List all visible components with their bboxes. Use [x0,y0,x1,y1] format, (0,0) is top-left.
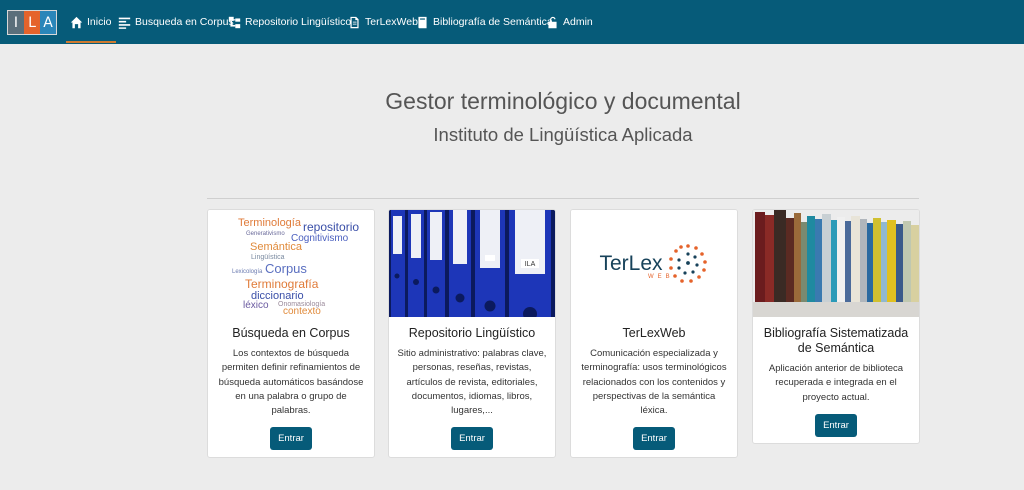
logo-letter: L [24,11,40,34]
entrar-button[interactable]: Entrar [633,427,675,451]
unlock-icon [548,16,557,28]
nav-item-label: Busqueda en Corpus [135,16,234,28]
card-repositorio: ILA Repositorio Lingüístico Sitio admini… [388,209,556,458]
card-title: TerLexWeb [622,326,686,340]
cloud-word: contexto [283,306,321,317]
home-icon [70,16,83,28]
nav-item-inicio[interactable]: Inicio [66,0,115,44]
card-title: Búsqueda en Corpus [232,326,350,340]
cloud-word: Corpus [265,261,307,276]
ila-logo[interactable]: I L A [7,10,57,35]
cloud-word: Lingüística [251,254,285,261]
align-left-icon [118,17,131,29]
section-divider [207,198,919,199]
card-busqueda-corpus: Terminología repositorio Generativismo C… [207,209,375,458]
entrar-button[interactable]: Entrar [451,427,493,451]
cloud-word: Lexicología [232,269,263,275]
cloud-word: léxico [243,300,269,311]
card-title: Bibliografía Sistematizada de Semántica [763,326,909,355]
cloud-word: Terminología [238,217,301,229]
card-description: Comunicación especializada y terminograf… [581,348,727,417]
terlexweb-logo-image: TerLex WEB [571,210,737,317]
book-icon [418,16,427,28]
nav-item-label: Repositorio Lingüístico [245,16,352,28]
nav-item-label: TerLexWeb [365,16,418,28]
document-icon [350,16,359,28]
bookshelf-graphic [753,210,919,317]
cloud-word: Semántica [250,241,302,253]
logo-letter: I [8,11,24,34]
cloud-word: Generativismo [246,231,285,237]
binder-label: ILA [525,261,536,268]
nav-item-terlexweb[interactable]: TerLexWeb [348,0,418,44]
blue-binders-image: ILA [389,210,555,317]
logo-letter: A [40,11,56,34]
word-cloud-image: Terminología repositorio Generativismo C… [208,210,374,317]
page-title: Gestor terminológico y documental [385,88,741,114]
cloud-word: repositorio [303,220,360,234]
terlex-logo-tag: WEB [648,274,674,280]
entrar-button[interactable]: Entrar [815,413,857,437]
nav-item-admin[interactable]: Admin [546,0,593,44]
nav-item-label: Bibliografía de Semántica [433,16,553,28]
page-subtitle: Instituto de Lingüística Aplicada [433,124,693,145]
card-bibliografia: Bibliografía Sistematizada de Semántica … [752,209,920,444]
entrar-button[interactable]: Entrar [270,427,312,451]
sitemap-icon [228,16,241,28]
card-description: Los contextos de búsqueda permiten defin… [218,348,364,417]
nav-item-label: Admin [563,16,593,28]
nav-item-busqueda[interactable]: Busqueda en Corpus [118,0,234,44]
nav-item-bibliografia[interactable]: Bibliografía de Semántica [416,0,553,44]
nav-item-label: Inicio [87,16,112,28]
bookshelf-image [753,210,919,317]
card-title: Repositorio Lingüístico [408,326,536,340]
card-terlexweb: TerLex WEB TerLexWeb Comunicación especi… [570,209,738,458]
card-description: Sitio administrativo: palabras clave, pe… [397,348,547,417]
terlex-logo-text: TerLex [599,251,663,275]
binders-graphic: ILA [389,210,555,317]
top-navbar: I L A Inicio Busqueda en Corpus Reposito… [0,0,1024,44]
card-description: Aplicación anterior de biblioteca recupe… [768,363,904,403]
cloud-word: Terminografía [245,277,319,291]
nav-item-repositorio[interactable]: Repositorio Lingüístico [228,0,351,44]
